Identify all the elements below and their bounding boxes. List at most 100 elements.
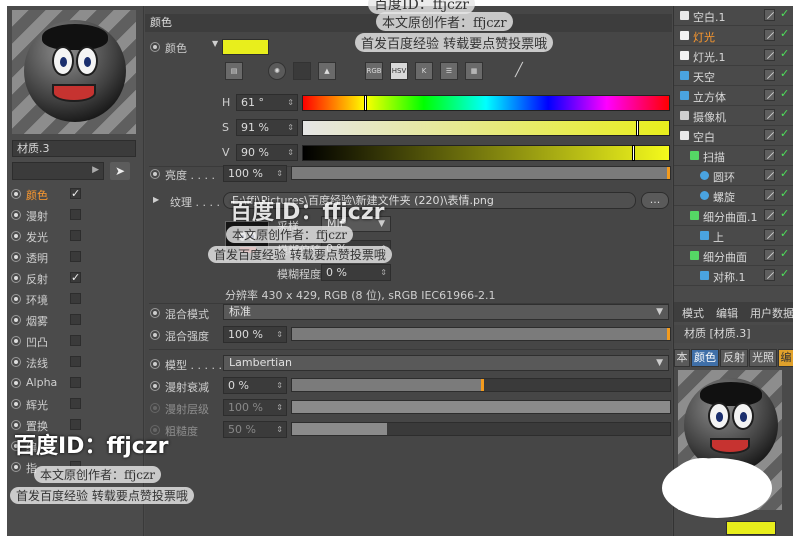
kelvin-mode-button[interactable]: K: [415, 62, 433, 80]
channel-item[interactable]: 透明: [11, 247, 139, 268]
material-preview[interactable]: [12, 10, 136, 134]
enabled-check-icon[interactable]: ✓: [780, 147, 789, 160]
diffuse-level-slider[interactable]: [291, 400, 671, 414]
channel-checkbox[interactable]: [70, 251, 81, 262]
visibility-toggle-icon[interactable]: [764, 69, 775, 81]
texture-browse-button[interactable]: ...: [641, 192, 669, 209]
channel-checkbox[interactable]: ✓: [70, 188, 81, 199]
enabled-check-icon[interactable]: ✓: [780, 7, 789, 20]
tree-node[interactable]: 对称.1 ✓: [674, 266, 793, 286]
tree-node[interactable]: 空白 ✓: [674, 126, 793, 146]
channel-radio[interactable]: [11, 273, 21, 283]
visibility-toggle-icon[interactable]: [764, 169, 775, 181]
channel-item[interactable]: 漫射: [11, 205, 139, 226]
tab-edit-sub[interactable]: 编: [778, 349, 793, 367]
visibility-toggle-icon[interactable]: [764, 269, 775, 281]
channel-radio[interactable]: [11, 210, 21, 220]
channel-item[interactable]: 环境: [11, 289, 139, 310]
brightness-slider[interactable]: [291, 166, 671, 180]
tree-node[interactable]: 细分曲面.1 ✓: [674, 206, 793, 226]
enabled-check-icon[interactable]: ✓: [780, 227, 789, 240]
channel-checkbox[interactable]: [70, 209, 81, 220]
channel-radio[interactable]: [11, 462, 21, 472]
visibility-toggle-icon[interactable]: [764, 109, 775, 121]
channel-checkbox[interactable]: [70, 356, 81, 367]
channel-checkbox[interactable]: [70, 314, 81, 325]
model-radio[interactable]: [150, 359, 160, 369]
v-input[interactable]: 90 % ⇕: [236, 144, 298, 161]
value-marker[interactable]: [632, 145, 636, 161]
enabled-check-icon[interactable]: ✓: [780, 247, 789, 260]
channel-radio[interactable]: [11, 357, 21, 367]
diffuse-falloff-slider[interactable]: [291, 378, 671, 392]
visibility-toggle-icon[interactable]: [764, 89, 775, 101]
blend-strength-input[interactable]: 100 % ⇕: [223, 326, 287, 343]
tree-node[interactable]: 圆环 ✓: [674, 166, 793, 186]
eyedropper-icon[interactable]: ╱: [515, 63, 523, 78]
diffuse-level-radio[interactable]: [150, 403, 160, 413]
channel-radio[interactable]: [11, 378, 21, 388]
color-picker-tool-icon[interactable]: ▤: [225, 62, 243, 80]
blur-scale-input[interactable]: 0 % ⇕: [321, 264, 391, 281]
enabled-check-icon[interactable]: ✓: [780, 167, 789, 180]
channel-radio[interactable]: [11, 231, 21, 241]
channel-checkbox[interactable]: [70, 230, 81, 241]
enabled-check-icon[interactable]: ✓: [780, 187, 789, 200]
channel-item[interactable]: Alpha: [11, 373, 139, 394]
color-spectrum-icon[interactable]: [293, 62, 311, 80]
tab-basic[interactable]: 本: [674, 349, 690, 367]
channel-item[interactable]: 反射 ✓: [11, 268, 139, 289]
tab-user-data[interactable]: 用户数据: [750, 305, 793, 321]
tree-node[interactable]: 空白.1 ✓: [674, 6, 793, 26]
color-expand-icon[interactable]: ▼: [212, 39, 218, 48]
diffuse-falloff-input[interactable]: 0 % ⇕: [223, 377, 287, 394]
channel-radio[interactable]: [11, 294, 21, 304]
tab-color[interactable]: 颜色: [691, 349, 719, 367]
tree-node[interactable]: 天空 ✓: [674, 66, 793, 86]
tree-node[interactable]: 扫描 ✓: [674, 146, 793, 166]
material-name-field[interactable]: 材质.3: [12, 140, 136, 157]
blend-mode-dropdown[interactable]: 标准 ▼: [223, 304, 669, 320]
tree-node[interactable]: 灯光 ✓: [674, 26, 793, 46]
enabled-check-icon[interactable]: ✓: [780, 107, 789, 120]
roughness-slider[interactable]: [291, 422, 671, 436]
enabled-check-icon[interactable]: ✓: [780, 27, 789, 40]
tab-mode[interactable]: 模式: [682, 305, 704, 321]
channel-item[interactable]: 烟雾: [11, 310, 139, 331]
roughness-input[interactable]: 50 % ⇕: [223, 421, 287, 438]
visibility-toggle-icon[interactable]: [764, 129, 775, 141]
visibility-toggle-icon[interactable]: [764, 29, 775, 41]
tree-node[interactable]: 立方体 ✓: [674, 86, 793, 106]
color-radio[interactable]: [150, 42, 160, 52]
saturation-bar[interactable]: [302, 120, 670, 136]
h-input[interactable]: 61 ° ⇕: [236, 94, 298, 111]
channel-checkbox[interactable]: [70, 398, 81, 409]
enabled-check-icon[interactable]: ✓: [780, 267, 789, 280]
texture-expand-icon[interactable]: ▶: [153, 195, 159, 204]
channel-radio[interactable]: [11, 315, 21, 325]
diffuse-falloff-radio[interactable]: [150, 381, 160, 391]
channel-radio[interactable]: [11, 399, 21, 409]
image-picker-icon[interactable]: ▲: [318, 62, 336, 80]
visibility-toggle-icon[interactable]: [764, 189, 775, 201]
pick-arrow-icon[interactable]: ➤: [110, 162, 130, 180]
model-dropdown[interactable]: Lambertian ▼: [223, 355, 669, 371]
blend-strength-radio[interactable]: [150, 330, 160, 340]
swatches-icon[interactable]: ▦: [465, 62, 483, 80]
channel-item[interactable]: 发光: [11, 226, 139, 247]
color-swatch[interactable]: [222, 39, 269, 55]
visibility-toggle-icon[interactable]: [764, 209, 775, 221]
tab-edit[interactable]: 编辑: [716, 305, 738, 321]
channel-item[interactable]: 辉光: [11, 394, 139, 415]
enabled-check-icon[interactable]: ✓: [780, 47, 789, 60]
blend-strength-slider[interactable]: [291, 327, 671, 341]
channel-item[interactable]: 颜色 ✓: [11, 184, 139, 205]
tab-reflect[interactable]: 反射: [720, 349, 748, 367]
hue-bar[interactable]: [302, 95, 670, 111]
tree-node[interactable]: 细分曲面 ✓: [674, 246, 793, 266]
color-wheel-icon[interactable]: ✺: [268, 62, 286, 80]
hsv-mode-button[interactable]: HSV: [390, 62, 408, 80]
visibility-toggle-icon[interactable]: [764, 229, 775, 241]
material-link-field[interactable]: ▶: [12, 162, 104, 180]
brightness-radio[interactable]: [150, 169, 160, 179]
